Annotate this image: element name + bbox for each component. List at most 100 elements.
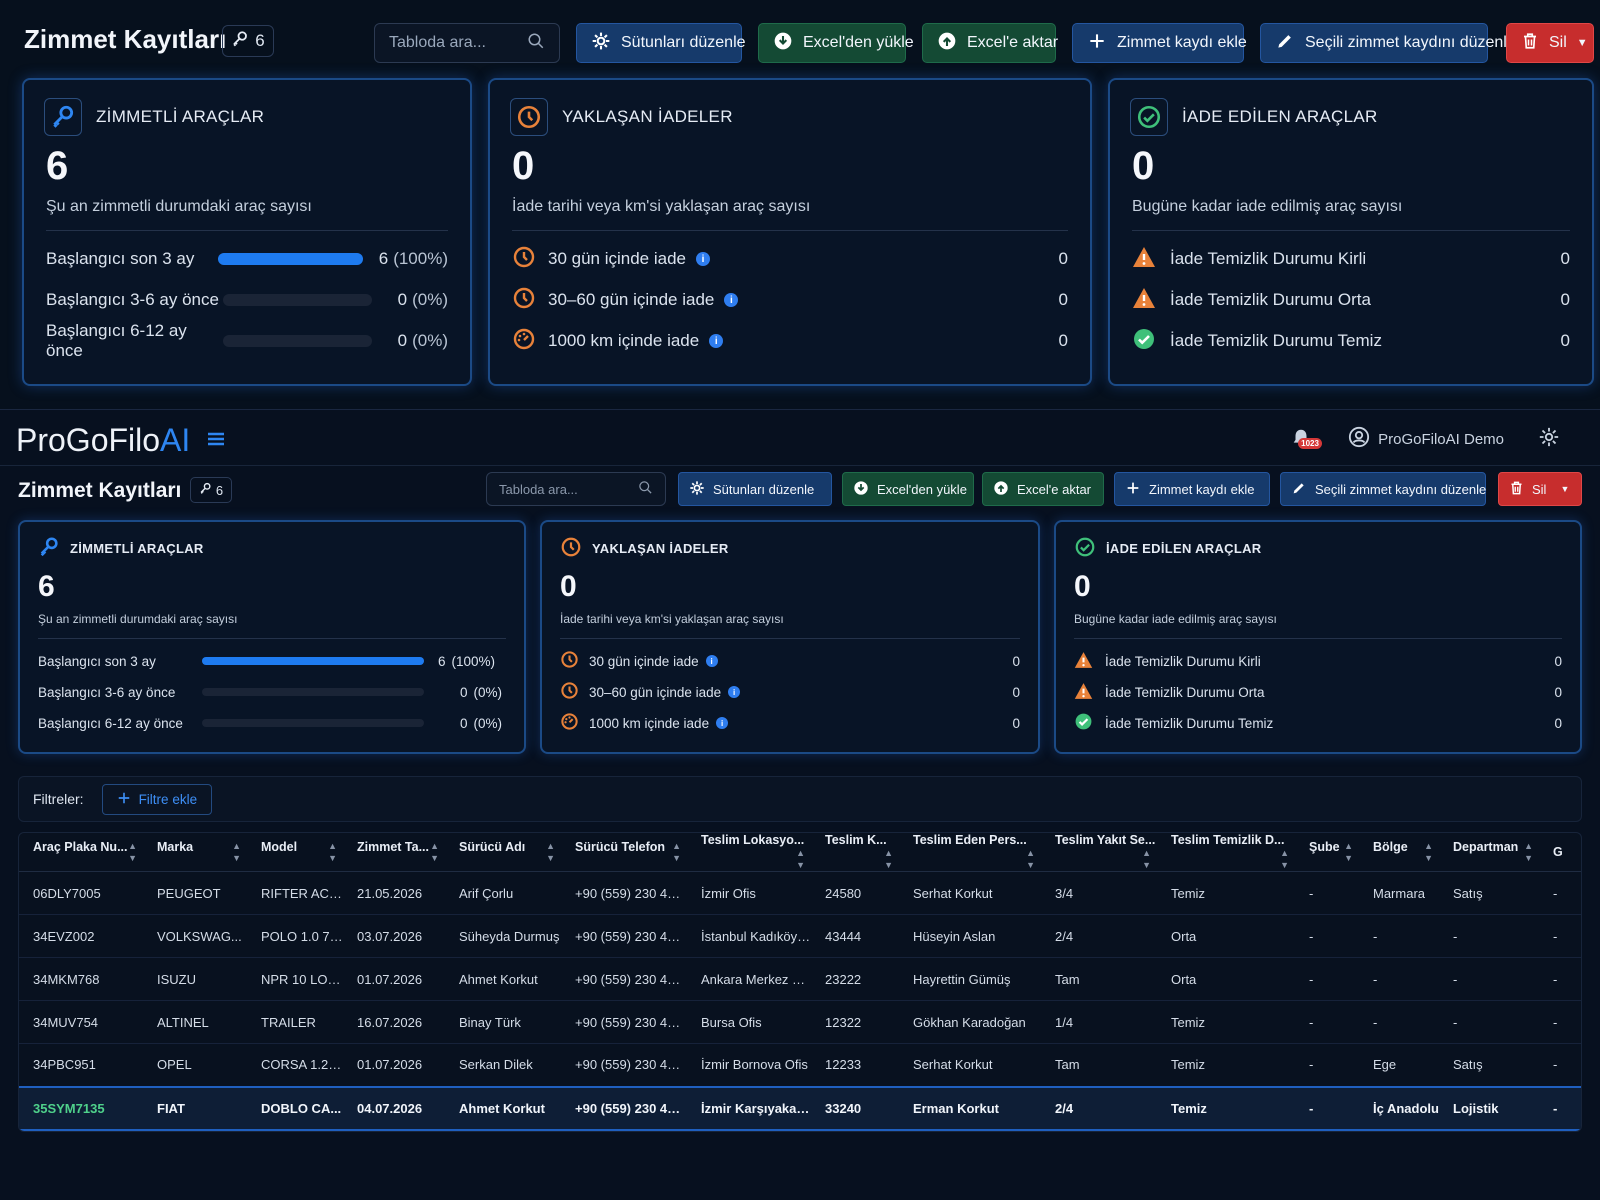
table-cell: Serhat Korkut	[899, 871, 1041, 915]
stat-value: 0	[1058, 249, 1068, 268]
table-cell: -	[1295, 871, 1359, 915]
column-header[interactable]: Bölge ▲ ▼	[1359, 833, 1439, 872]
plus-icon	[117, 791, 131, 808]
edit-columns-button[interactable]: Sütunları düzenle	[678, 472, 832, 506]
key-icon	[231, 30, 249, 53]
table-cell: Gökhan Karadoğan	[899, 1000, 1041, 1044]
clock-icon	[512, 245, 536, 274]
returned-vehicles-card: İADE EDİLEN ARAÇLAR 0 Bugüne kadar iade …	[1108, 78, 1594, 386]
column-header[interactable]: Zimmet Ta... ▲ ▼	[343, 833, 445, 872]
logo[interactable]: ProGoFiloAI	[16, 422, 190, 459]
import-excel-label: Excel'den yükle	[877, 481, 967, 497]
stat-row: 30–60 gün içinde iade i 0	[560, 681, 1020, 703]
column-header[interactable]: Departman ▲ ▼	[1439, 833, 1539, 872]
column-header[interactable]: Marka ▲ ▼	[143, 833, 247, 872]
column-header[interactable]: Teslim Temizlik D... ▲ ▼	[1157, 833, 1295, 872]
table-row[interactable]: 34MUV754 ALTINEL TRAILER 16.07.2026 Binay Tü…	[19, 1000, 1581, 1044]
add-record-button[interactable]: Zimmet kaydı ekle	[1114, 472, 1270, 506]
table-cell: +90 (559) 230 45 69	[561, 1000, 687, 1044]
column-header[interactable]: Teslim Lokasyo... ▲ ▼	[687, 833, 811, 872]
add-filter-button[interactable]: Filtre ekle	[101, 783, 213, 815]
table-cell: Temiz	[1157, 871, 1295, 915]
settings-gear-icon[interactable]	[1538, 426, 1560, 452]
sort-icon[interactable]: ▲ ▼	[546, 840, 555, 864]
sort-icon[interactable]: ▲ ▼	[1424, 840, 1433, 864]
export-excel-button[interactable]: Excel'e aktar	[982, 472, 1104, 506]
import-excel-button[interactable]: Excel'den yükle	[842, 472, 974, 506]
sort-icon[interactable]: ▲ ▼	[1524, 840, 1533, 864]
clock-icon	[560, 536, 582, 561]
search-input[interactable]: Tabloda ara...	[374, 23, 560, 63]
table-header-row: Araç Plaka Nu... ▲ ▼ Marka ▲ ▼ Model ▲ ▼ Zimme…	[19, 833, 1581, 872]
stat-label: İade Temizlik Durumu Kirli	[1170, 249, 1367, 268]
column-header[interactable]: Teslim Eden Pers... ▲ ▼	[899, 833, 1041, 872]
stat-row: İade Temizlik Durumu Temiz 0	[1132, 326, 1570, 356]
sort-icon[interactable]: ▲ ▼	[1344, 840, 1353, 864]
stat-row: Başlangıcı 6-12 ay önce 0 (0%)	[46, 321, 448, 360]
search-input[interactable]: Tabloda ara...	[486, 472, 666, 506]
user-name[interactable]: ProGoFiloAI Demo	[1378, 431, 1504, 448]
table-cell: Hüseyin Aslan	[899, 914, 1041, 958]
card-title: YAKLAŞAN İADELER	[562, 107, 733, 126]
sort-icon[interactable]: ▲ ▼	[232, 840, 241, 864]
table-row[interactable]: 35SYM7135 FIAT DOBLO CA... 04.07.2026 Ahmet …	[19, 1085, 1581, 1131]
filters-label: Filtreler:	[33, 791, 84, 807]
info-icon[interactable]: i	[716, 717, 729, 729]
column-header-label: Teslim Yakıt Se...	[1055, 833, 1156, 847]
column-header[interactable]: G	[1539, 833, 1581, 872]
column-header-label: Zimmet Ta...	[357, 840, 430, 854]
bell-icon[interactable]: 1023	[1290, 427, 1322, 451]
column-header[interactable]: Teslim K... ▲ ▼	[811, 833, 899, 872]
table-cell: +90 (559) 230 47 06	[561, 914, 687, 958]
stat-label: Başlangıcı 3-6 ay önce	[38, 684, 176, 700]
column-header[interactable]: Sürücü Telefon ▲ ▼	[561, 833, 687, 872]
table-row[interactable]: 06DLY7005 PEUGEOT RIFTER ACT... 21.05.2026 A…	[19, 871, 1581, 915]
stat-value: 0	[1058, 290, 1068, 309]
import-excel-button[interactable]: Excel'den yükle	[758, 23, 914, 63]
search-icon	[638, 480, 653, 498]
edit-columns-button[interactable]: Sütunları düzenle	[576, 23, 746, 63]
column-header[interactable]: Teslim Yakıt Se... ▲ ▼	[1041, 833, 1157, 872]
table-row[interactable]: 34PBC951 OPEL CORSA 1.2 1... 01.07.2026 Serk…	[19, 1043, 1581, 1087]
hamburger-menu-icon[interactable]	[206, 430, 226, 453]
column-header-label: G	[1553, 845, 1563, 859]
column-header[interactable]: Araç Plaka Nu... ▲ ▼	[19, 833, 143, 872]
info-icon[interactable]: i	[709, 334, 724, 348]
column-header-label: Model	[261, 840, 298, 854]
sort-icon[interactable]: ▲ ▼	[1280, 847, 1289, 871]
table-row[interactable]: 34EVZ002 VOLKSWAG... POLO 1.0 75... 03.07.2…	[19, 914, 1581, 958]
export-excel-button[interactable]: Excel'e aktar	[922, 23, 1058, 63]
sort-icon[interactable]: ▲ ▼	[1142, 847, 1151, 871]
sort-icon[interactable]: ▲ ▼	[128, 840, 137, 864]
delete-button[interactable]: Sil ▼	[1498, 472, 1582, 506]
edit-selected-button[interactable]: Seçili zimmet kaydını düzenle	[1260, 23, 1516, 63]
download-icon	[773, 31, 793, 56]
column-header-label: Araç Plaka Nu...	[33, 840, 128, 854]
sort-icon[interactable]: ▲ ▼	[796, 847, 805, 871]
sort-icon[interactable]: ▲ ▼	[328, 840, 337, 864]
info-icon[interactable]: i	[705, 655, 718, 667]
info-icon[interactable]: i	[724, 293, 739, 307]
add-record-button[interactable]: Zimmet kaydı ekle	[1072, 23, 1247, 63]
card-count: 0	[512, 144, 535, 188]
info-icon[interactable]: i	[728, 686, 741, 698]
progress-bar	[202, 719, 424, 727]
table-cell: Hayrettin Gümüş	[899, 957, 1041, 1001]
sort-icon[interactable]: ▲ ▼	[1026, 847, 1035, 871]
table-row[interactable]: 34MKM768 ISUZU NPR 10 LON... 01.07.2026 Ahme…	[19, 957, 1581, 1001]
column-header[interactable]: Sürücü Adı ▲ ▼	[445, 833, 561, 872]
stat-label: Başlangıcı son 3 ay	[38, 653, 156, 669]
sort-icon[interactable]: ▲ ▼	[430, 840, 439, 864]
column-header[interactable]: Şube ▲ ▼	[1295, 833, 1359, 872]
progress-bar	[202, 657, 424, 665]
sort-icon[interactable]: ▲ ▼	[672, 840, 681, 864]
table-cell: Temiz	[1157, 1000, 1295, 1044]
user-icon[interactable]	[1348, 426, 1370, 452]
info-icon[interactable]: i	[696, 252, 711, 266]
column-header[interactable]: Model ▲ ▼	[247, 833, 343, 872]
gear-icon	[591, 31, 611, 56]
card-header: YAKLAŞAN İADELER	[510, 98, 733, 136]
sort-icon[interactable]: ▲ ▼	[884, 847, 893, 871]
delete-button[interactable]: Sil ▼	[1506, 23, 1594, 63]
edit-selected-button[interactable]: Seçili zimmet kaydını düzenle	[1280, 472, 1486, 506]
